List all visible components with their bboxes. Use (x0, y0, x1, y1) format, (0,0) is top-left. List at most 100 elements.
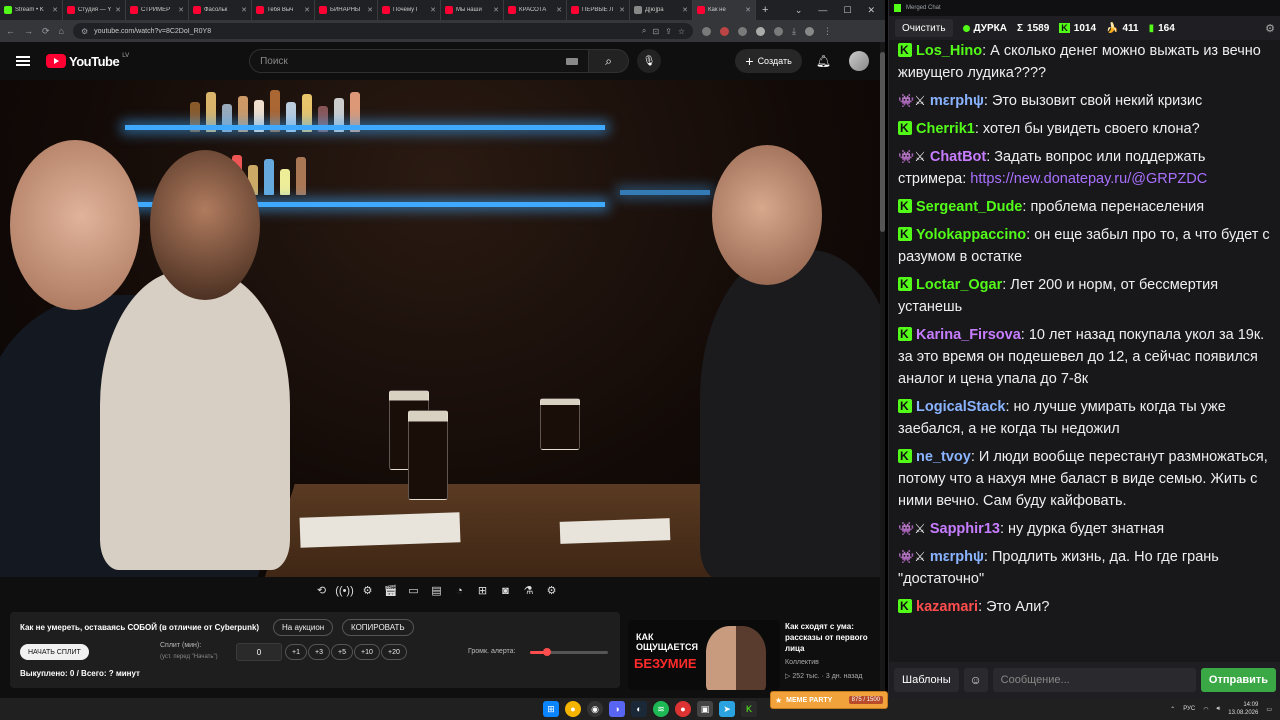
back-icon[interactable]: ← (6, 26, 15, 36)
wifi-icon[interactable]: ◠ (1203, 706, 1208, 713)
tab-close-icon[interactable]: ✕ (493, 6, 499, 14)
alert-volume-knob[interactable] (543, 648, 551, 656)
menu-icon[interactable]: ⋮ (823, 26, 832, 37)
increment-20-button[interactable]: +20 (381, 644, 407, 660)
tab-search-icon[interactable]: ⌄ (795, 5, 803, 16)
obs-icon[interactable]: ◉ (587, 701, 603, 717)
avatar[interactable] (849, 51, 869, 71)
page-scrollbar[interactable] (880, 42, 885, 698)
notifications-bell-icon[interactable]: 🔔︎ (816, 54, 831, 68)
increment-10-button[interactable]: +10 (354, 644, 380, 660)
browser-tab[interactable]: Почему Г ✕ (378, 0, 441, 20)
gear-icon[interactable]: ⚙ (1265, 22, 1275, 35)
screen-icon[interactable]: ▭ (405, 582, 422, 599)
chat-username[interactable]: Los_Hino (916, 43, 982, 59)
clapperboard-icon[interactable]: 🎬︎ (382, 582, 399, 599)
share-icon[interactable]: ⇪ (665, 27, 672, 36)
browser-tab[interactable]: Stream • K ✕ (0, 0, 63, 20)
telegram-icon[interactable]: ➤ (719, 701, 735, 717)
profile-icon[interactable] (805, 27, 814, 36)
broadcast-icon[interactable]: ((•)) (336, 582, 353, 599)
voice-search-button[interactable]: 🎙 (637, 49, 661, 73)
auction-button[interactable]: На аукцион (273, 619, 333, 636)
discord-icon[interactable]: ◑ (609, 701, 625, 717)
gear-icon[interactable]: ⚙ (543, 582, 560, 599)
chat-username[interactable]: Cherrik1 (916, 121, 975, 137)
tray-chevron-icon[interactable]: ⌃ (1170, 706, 1175, 713)
site-info-icon[interactable]: ⚙ (81, 27, 88, 36)
start-split-button[interactable]: НАЧАТЬ СПЛИТ (20, 644, 89, 660)
browser-tab[interactable]: Как не ✕ (693, 0, 756, 20)
tab-close-icon[interactable]: ✕ (556, 6, 562, 14)
chat-username[interactable]: mεrphψ (930, 549, 984, 565)
minimize-button[interactable]: — (818, 5, 827, 16)
chrome-icon[interactable]: ● (565, 701, 581, 717)
increment-3-button[interactable]: +3 (308, 644, 330, 660)
tab-close-icon[interactable]: ✕ (115, 6, 121, 14)
kick-chat-icon[interactable]: K (741, 701, 757, 717)
chat-username[interactable]: Sapphir13 (930, 521, 1000, 537)
extension-icon[interactable] (756, 27, 765, 36)
home-icon[interactable]: ⌂ (59, 26, 64, 36)
speedometer-icon[interactable]: ◔ (451, 582, 468, 599)
create-button[interactable]: + Создать (735, 49, 801, 73)
increment-5-button[interactable]: +5 (331, 644, 353, 660)
reload-icon[interactable]: ⟳ (42, 26, 50, 37)
chat-username[interactable]: Yolokappaccino (916, 227, 1026, 243)
chat-username[interactable]: LogicalStack (916, 399, 1005, 415)
youtube-logo[interactable]: YouTube LV (46, 54, 129, 69)
emoji-button[interactable]: ☺ (964, 668, 988, 692)
browser-tab[interactable]: Тебя Выч ✕ (252, 0, 315, 20)
browser-tab[interactable]: Д[ю]ра ✕ (630, 0, 693, 20)
meme-party-widget[interactable]: ★ MEME PARTY 875 / 1500 (770, 691, 888, 709)
extension-icon[interactable] (720, 27, 729, 36)
recommended-thumbnail[interactable]: КАК ОЩУЩАЕТСЯ БЕЗУМИЕ (628, 620, 780, 690)
close-button[interactable]: ✕ (867, 5, 875, 16)
video-settings-icon[interactable]: ⚙ (359, 582, 376, 599)
video-player[interactable] (0, 80, 880, 577)
tab-close-icon[interactable]: ✕ (745, 6, 751, 14)
chat-username[interactable]: ne_tvoy (916, 449, 971, 465)
install-icon[interactable]: ⊡ (652, 27, 659, 36)
add-screen-icon[interactable]: ⊞ (474, 582, 491, 599)
clear-button[interactable]: Очистить (895, 19, 953, 37)
keyboard-icon[interactable] (566, 58, 578, 65)
chat-username[interactable]: kazamari (916, 599, 978, 615)
maximize-button[interactable]: ☐ (843, 5, 851, 16)
browser-tab[interactable]: КРАСОТА ✕ (504, 0, 567, 20)
tab-close-icon[interactable]: ✕ (682, 6, 688, 14)
zoom-icon[interactable]: ⌕ (642, 26, 646, 36)
browser-tab[interactable]: Студия — Y ✕ (63, 0, 126, 20)
browser-tab[interactable]: БИНАРНЫ ✕ (315, 0, 378, 20)
language-indicator[interactable]: РУС (1183, 706, 1195, 712)
terminal-icon[interactable]: ▣ (697, 701, 713, 717)
chat-username[interactable]: Sergeant_Dude (916, 199, 1022, 215)
subtitles-icon[interactable]: ▤ (428, 582, 445, 599)
split-minutes-input[interactable]: 0 (236, 643, 282, 661)
recommended-channel[interactable]: Коллектив (785, 659, 819, 666)
extension-icon[interactable] (702, 27, 711, 36)
camera-icon[interactable]: ◙ (497, 582, 514, 599)
recommended-title[interactable]: Как сходят с ума: рассказы от первого ли… (785, 621, 875, 654)
download-icon[interactable]: ⤓ (792, 26, 796, 37)
tab-close-icon[interactable]: ✕ (52, 6, 58, 14)
scrollbar-thumb[interactable] (880, 52, 885, 232)
chat-username[interactable]: Loctar_Ogar (916, 277, 1002, 293)
spotify-icon[interactable]: ≋ (653, 701, 669, 717)
search-input[interactable] (260, 56, 566, 67)
message-input[interactable] (993, 668, 1196, 692)
tab-close-icon[interactable]: ✕ (619, 6, 625, 14)
steam-icon[interactable]: ◐ (631, 701, 647, 717)
tab-close-icon[interactable]: ✕ (241, 6, 247, 14)
tab-close-icon[interactable]: ✕ (304, 6, 310, 14)
windows-start-icon[interactable]: ⊞ (543, 701, 559, 717)
chat-link[interactable]: https://new.donatepay.ru/@GRPZDC (970, 171, 1207, 187)
browser-tab[interactable]: Мы наши ✕ (441, 0, 504, 20)
extension-icon[interactable] (774, 27, 783, 36)
increment-1-button[interactable]: +1 (285, 644, 307, 660)
copy-button[interactable]: КОПИРОВАТЬ (342, 619, 414, 636)
loop-icon[interactable]: ⟲ (313, 582, 330, 599)
chrome-alt-icon[interactable]: ● (675, 701, 691, 717)
tab-close-icon[interactable]: ✕ (367, 6, 373, 14)
chat-username[interactable]: ChatBot (930, 149, 986, 165)
